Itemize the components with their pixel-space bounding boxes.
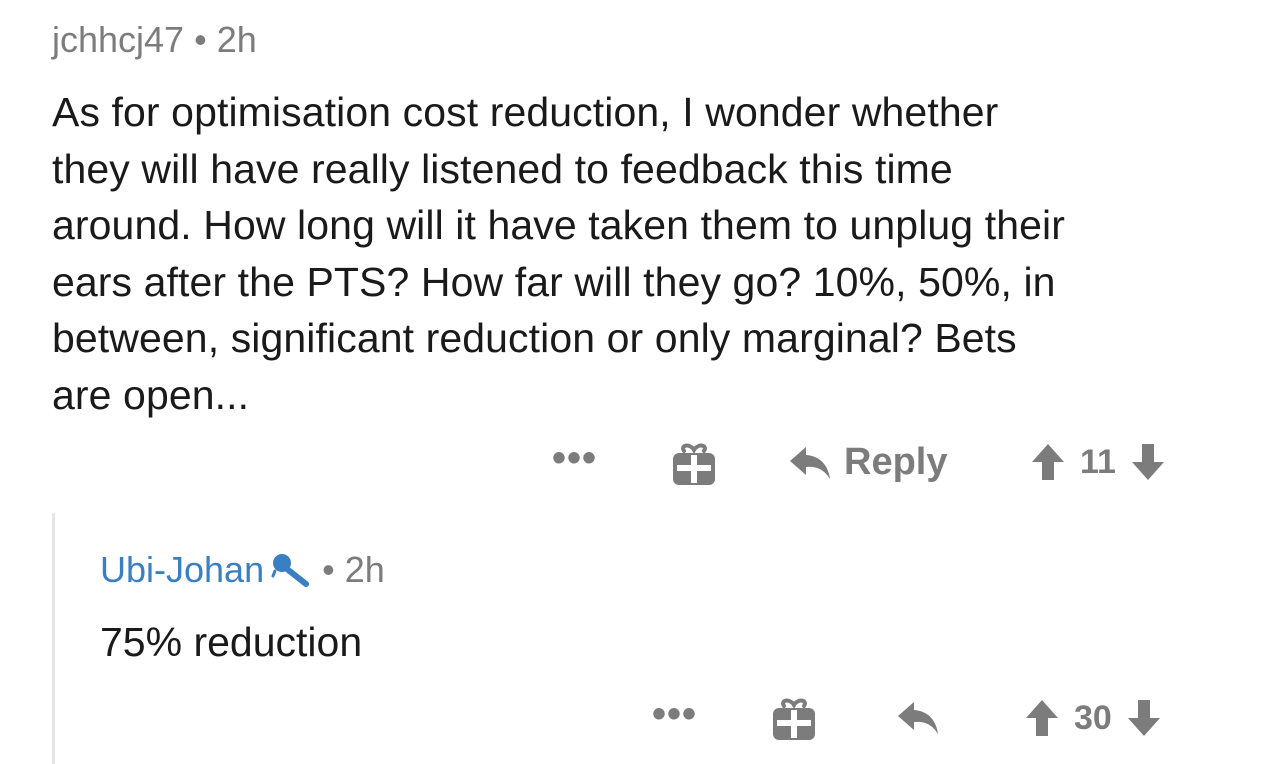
gift-icon [670, 441, 718, 487]
gift-icon [770, 696, 818, 742]
reply-meta: Ubi-Johan • 2h [100, 548, 385, 592]
reply-button[interactable] [896, 698, 940, 738]
reply-arrow-icon [896, 698, 940, 738]
vote-score: 11 [1080, 442, 1116, 481]
comment-body: As for optimisation cost reduction, I wo… [52, 89, 1065, 418]
reply-body: 75% reduction [100, 619, 363, 665]
more-options-button[interactable]: ••• [552, 438, 597, 478]
reply-arrow-icon [788, 443, 832, 483]
reply-label: Reply [844, 441, 948, 483]
downvote-button[interactable] [1130, 442, 1166, 482]
vote-controls: 11 [1030, 442, 1166, 482]
reply-button[interactable]: Reply [788, 441, 947, 484]
vote-controls: 30 [1024, 698, 1162, 738]
comment-age: 2h [216, 19, 257, 60]
downvote-arrow-icon [1127, 700, 1160, 736]
reply-age: 2h [344, 549, 385, 590]
more-options-button[interactable]: ••• [652, 694, 697, 734]
reply-actions: ••• 30 [0, 690, 1284, 750]
upvote-arrow-icon [1032, 444, 1064, 480]
upvote-button[interactable] [1030, 442, 1066, 482]
gift-button[interactable] [670, 441, 718, 487]
comment-meta: jchhcj47 • 2h [52, 18, 257, 62]
upvote-button[interactable] [1024, 698, 1060, 738]
vote-score: 30 [1074, 698, 1112, 737]
comment-author[interactable]: jchhcj47 [52, 19, 184, 60]
upvote-arrow-icon [1026, 700, 1058, 736]
meta-separator: • [194, 19, 207, 60]
downvote-arrow-icon [1131, 444, 1164, 480]
admin-microphone-icon [270, 552, 312, 588]
downvote-button[interactable] [1126, 698, 1162, 738]
gift-button[interactable] [770, 696, 818, 742]
meta-separator: • [322, 549, 335, 590]
reply-author[interactable]: Ubi-Johan [100, 548, 264, 592]
comment-actions: ••• Reply 11 [0, 434, 1284, 494]
